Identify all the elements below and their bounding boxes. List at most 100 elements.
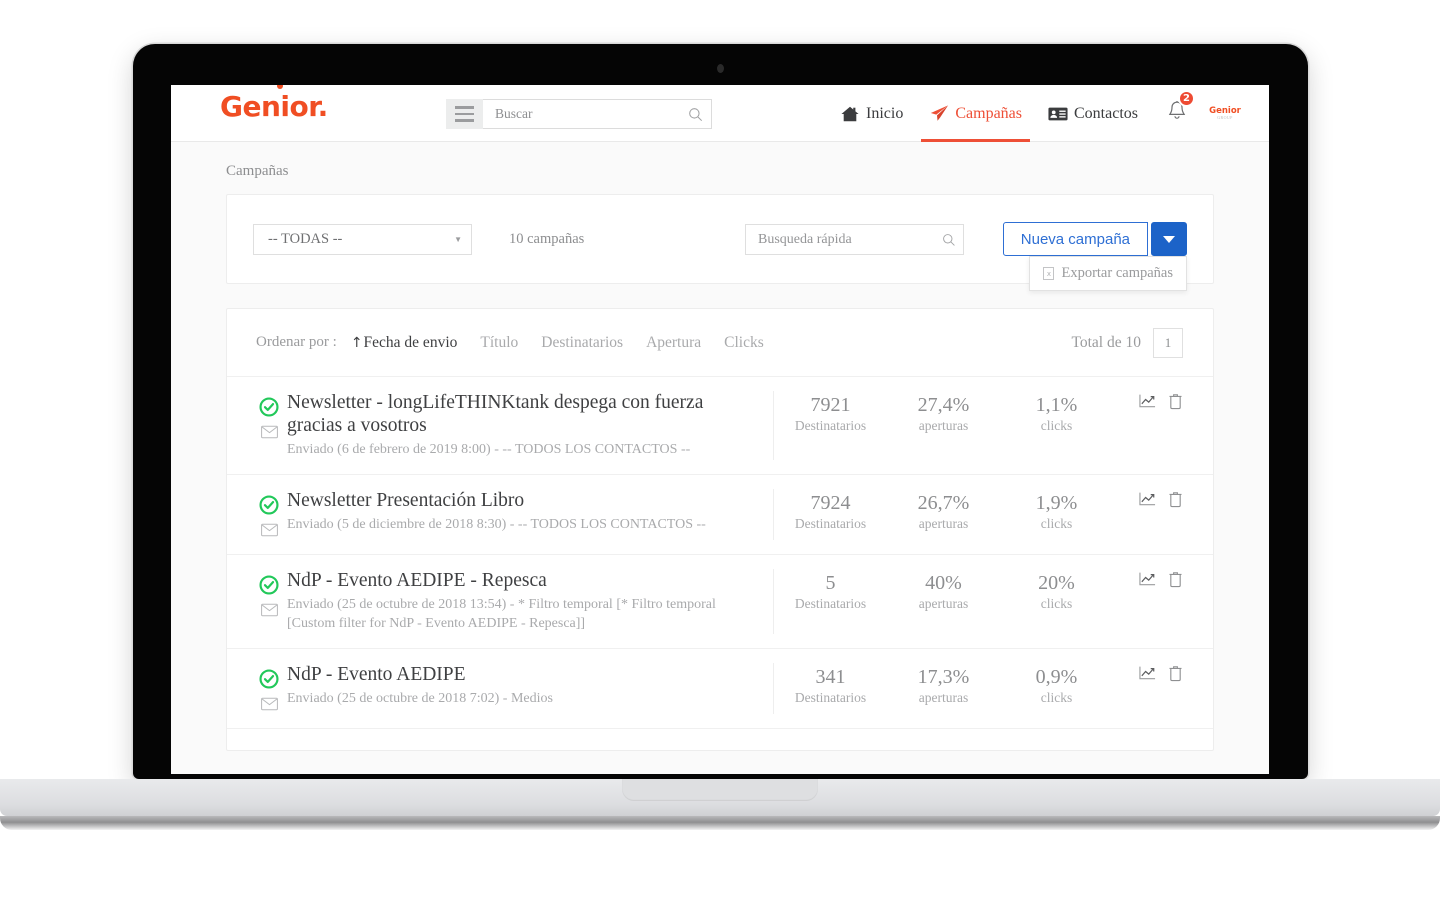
chart-line-icon[interactable] [1139,571,1156,588]
campaign-subtitle: Enviado (5 de diciembre de 2018 8:30) - … [287,516,706,532]
row-content: Newsletter Presentación Libro Enviado (5… [287,489,773,540]
hamburger-icon[interactable] [446,99,483,129]
stat-label: Destinatarios [794,689,867,705]
stat-label: aperturas [918,595,969,611]
campaign-title[interactable]: NdP - Evento AEDIPE - Repesca [287,569,757,592]
sort-option-fecha-de-envio[interactable]: ↑ Fecha de envio [351,334,458,352]
chevron-down-icon: ▼ [454,234,462,244]
notifications-button[interactable]: 2 [1151,90,1197,127]
row-stats: 7921 Destinatarios 27,4% aperturas 1,1% … [773,391,1113,460]
chart-line-icon[interactable] [1139,665,1156,682]
new-campaign-button[interactable]: Nueva campaña [1002,222,1148,256]
app-header: Genior. Buscar Inicio Campañas Contactos… [171,85,1269,142]
row-content: NdP - Evento AEDIPE - Repesca Enviado (2… [287,569,773,634]
stat-recipients: 341 Destinatarios [774,665,887,714]
envelope-icon [260,697,278,714]
stat-clicks: 1,9% clicks [1000,491,1113,540]
stat-value: 5 [825,571,836,594]
row-actions [1113,569,1185,634]
table-row[interactable]: Newsletter Presentación Libro Enviado (5… [227,473,1213,554]
campaign-title[interactable]: NdP - Evento AEDIPE [287,663,757,686]
sort-option-titulo[interactable]: Título [480,334,518,352]
campaign-title[interactable]: Newsletter Presentación Libro [287,489,757,512]
nav-label-contactos: Contactos [1074,104,1138,122]
row-status-icons [251,391,287,460]
row-actions [1113,391,1185,460]
stat-value: 1,9% [1035,491,1078,514]
trash-icon[interactable] [1168,571,1185,588]
stat-value: 40% [925,571,962,594]
campaign-filter-select[interactable]: -- TODAS -- ▼ [253,223,472,255]
sort-option-destinatarios[interactable]: Destinatarios [541,334,623,352]
stat-label: Destinatarios [794,515,867,531]
page-number-box[interactable]: 1 [1153,327,1183,358]
trash-icon[interactable] [1168,665,1185,682]
notification-badge: 2 [1178,90,1195,107]
row-status-icons [251,663,287,714]
row-status-icons [251,489,287,540]
stat-clicks: 20% clicks [1000,571,1113,634]
breadcrumb: Campañas [226,163,289,179]
campaign-count-label: 10 campañas [509,230,585,247]
sort-option-label: Fecha de envio [363,333,458,351]
table-row[interactable]: NdP - Evento AEDIPE Enviado (25 de octub… [227,647,1213,728]
nav-item-campanas[interactable]: Campañas [916,85,1035,142]
avatar[interactable]: Genior GROUP [1209,107,1241,121]
trash-icon[interactable] [1168,393,1185,410]
brand-name: Genior [220,90,318,123]
stat-opens: 27,4% aperturas [887,393,1000,460]
nav-item-inicio[interactable]: Inicio [827,85,916,142]
stat-value: 17,3% [917,665,970,688]
export-dropdown-menu: x Exportar campañas [1029,256,1187,291]
page-body: Campañas -- TODAS -- ▼ 10 campañas Busqu… [171,142,1269,774]
stat-value: 341 [815,665,846,688]
stat-opens: 17,3% aperturas [887,665,1000,714]
quick-search-input[interactable] [758,231,936,248]
row-stats: 341 Destinatarios 17,3% aperturas 0,9% c… [773,662,1113,714]
check-circle-icon [259,495,279,515]
table-row[interactable]: NdP - Evento AEDIPE - Repesca Enviado (2… [227,553,1213,648]
campaign-subtitle: Enviado (25 de octubre de 2018 7:02) - M… [287,690,553,706]
envelope-icon [260,603,278,620]
stat-value: 27,4% [917,394,970,416]
sort-option-clicks[interactable]: Clicks [724,334,764,352]
stat-label: clicks [1040,515,1073,531]
filter-panel: -- TODAS -- ▼ 10 campañas Nueva campaña [226,194,1214,291]
nav-item-contactos[interactable]: Contactos [1035,85,1151,142]
stat-label: aperturas [918,689,969,705]
new-campaign-dropdown-toggle[interactable] [1151,222,1187,256]
header-search-group [446,99,712,129]
sort-arrow-up-icon: ↑ [350,334,363,351]
brand-logo[interactable]: Genior. [220,85,328,123]
stat-value: 1,1% [1035,394,1078,416]
row-actions [1113,489,1185,540]
stat-label: Destinatarios [794,418,867,433]
trash-icon[interactable] [1168,491,1185,508]
campaign-title[interactable]: Newsletter - longLifeTHINKtank despega c… [287,391,757,437]
row-stats: 5 Destinatarios 40% aperturas 20% clicks [773,568,1113,634]
screenshot-stage: Genior. Buscar Inicio Campañas Contactos… [0,0,1440,900]
quick-search-box[interactable] [745,224,964,255]
chevron-down-icon [1163,235,1175,243]
stat-value: 7921 [810,394,851,416]
stat-opens: 40% aperturas [887,571,1000,634]
sort-option-apertura[interactable]: Apertura [646,334,701,352]
new-campaign-button-group: Nueva campaña [1002,222,1187,256]
menu-item-exportar-campanas[interactable]: x Exportar campañas [1030,263,1186,284]
table-row[interactable]: Newsletter - longLifeTHINKtank despega c… [227,376,1213,474]
check-circle-icon [259,397,279,417]
campaign-list-panel: Ordenar por : ↑ Fecha de envio Título Des… [226,308,1214,751]
chart-line-icon[interactable] [1139,491,1156,508]
stat-opens: 26,7% aperturas [887,491,1000,540]
global-search-box[interactable] [483,99,712,129]
chart-line-icon[interactable] [1139,393,1156,410]
excel-file-icon: x [1043,267,1055,280]
envelope-icon [260,523,278,540]
stat-clicks: 1,1% clicks [1000,393,1113,460]
pagination: Total de 10 1 [1071,309,1183,376]
laptop-base-notch [622,779,818,801]
top-navigation: Inicio Campañas Contactos 2 Genior GROUP [827,85,1245,142]
check-circle-icon [259,575,279,595]
search-input[interactable] [495,106,682,122]
bell-icon [1167,101,1187,126]
